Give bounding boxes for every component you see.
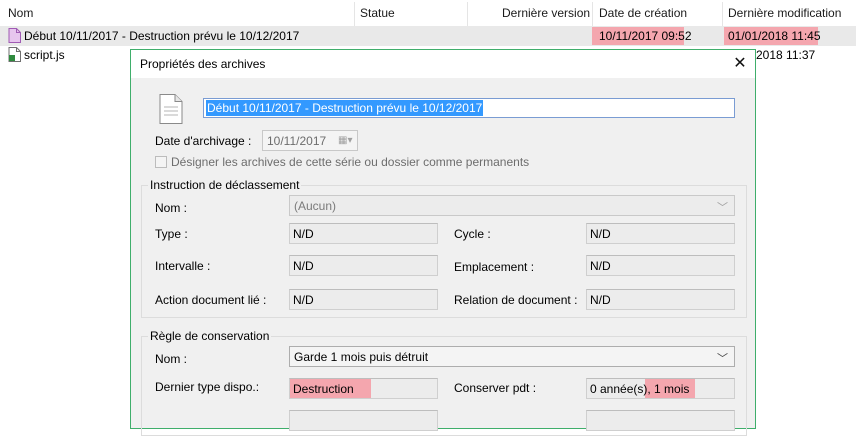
file-modified: 01/01/2018 11:45 bbox=[728, 29, 821, 43]
interval-label: Intervalle : bbox=[155, 259, 211, 273]
file-row[interactable]: Début 10/11/2017 - Destruction prévu le … bbox=[0, 26, 856, 46]
classification-group-title: Instruction de déclassement bbox=[148, 178, 302, 192]
document-icon bbox=[159, 94, 183, 124]
calendar-dropdown-icon[interactable]: ▦▾ bbox=[338, 134, 354, 147]
location-label: Emplacement : bbox=[454, 260, 535, 274]
retention-extra-field[interactable] bbox=[586, 410, 735, 431]
archive-date-value: 10/11/2017 bbox=[267, 134, 327, 148]
permanent-checkbox-label: Désigner les archives de cette série ou … bbox=[171, 155, 530, 169]
retention-group-title: Règle de conservation bbox=[148, 329, 272, 343]
keep-months-value: 1 mois bbox=[654, 382, 690, 396]
cycle-value: N/D bbox=[590, 227, 611, 241]
interval-field[interactable]: N/D bbox=[289, 255, 438, 276]
type-label: Type : bbox=[155, 227, 188, 241]
classification-name-select[interactable]: (Aucun) ﹀ bbox=[289, 195, 735, 216]
last-dispo-field[interactable]: Destruction bbox=[289, 378, 438, 399]
retention-extra-field[interactable] bbox=[289, 410, 438, 431]
column-separator[interactable] bbox=[467, 2, 468, 26]
keep-years-value: 0 année(s), bbox=[590, 382, 651, 396]
archive-properties-dialog: Propriétés des archives ✕ Début 10/11/20… bbox=[130, 49, 756, 436]
document-relation-field[interactable]: N/D bbox=[586, 289, 735, 310]
file-modified: 2018 11:37 bbox=[756, 48, 816, 62]
close-button[interactable]: ✕ bbox=[725, 50, 755, 78]
linked-action-field[interactable]: N/D bbox=[289, 289, 438, 310]
archive-name-input[interactable]: Début 10/11/2017 - Destruction prévu le … bbox=[203, 98, 735, 118]
retention-name-label: Nom : bbox=[155, 352, 188, 366]
retention-name-value: Garde 1 mois puis détruit bbox=[294, 350, 429, 364]
archive-name-selected-text: Début 10/11/2017 - Destruction prévu le … bbox=[206, 100, 484, 116]
cycle-field[interactable]: N/D bbox=[586, 223, 735, 244]
document-relation-label: Relation de document : bbox=[454, 293, 578, 307]
dialog-title: Propriétés des archives bbox=[140, 57, 266, 71]
linked-action-value: N/D bbox=[293, 293, 314, 307]
type-value: N/D bbox=[293, 227, 314, 241]
column-created[interactable]: Date de création bbox=[593, 0, 721, 26]
file-created: 10/11/2017 09:52 bbox=[599, 29, 692, 43]
column-header-row: Nom Statue Dernière version Date de créa… bbox=[0, 0, 856, 26]
location-field[interactable]: N/D bbox=[586, 255, 735, 276]
file-name: Début 10/11/2017 - Destruction prévu le … bbox=[24, 29, 300, 43]
file-name: script.js bbox=[24, 48, 65, 62]
column-status[interactable]: Statue bbox=[354, 0, 466, 26]
classification-name-label: Nom : bbox=[155, 201, 188, 215]
linked-action-label: Action document lié : bbox=[155, 293, 267, 307]
keep-duration-label: Conserver pdt : bbox=[454, 381, 537, 395]
archive-date-field[interactable]: 10/11/2017 ▦▾ bbox=[262, 130, 358, 151]
location-value: N/D bbox=[590, 259, 611, 273]
column-version[interactable]: Dernière version bbox=[496, 0, 592, 26]
chevron-down-icon: ﹀ bbox=[717, 202, 728, 214]
script-file-icon bbox=[8, 47, 21, 62]
interval-value: N/D bbox=[293, 259, 314, 273]
chevron-down-icon: ﹀ bbox=[717, 353, 728, 365]
last-dispo-value: Destruction bbox=[293, 382, 354, 396]
column-name[interactable]: Nom bbox=[2, 0, 354, 26]
type-field[interactable]: N/D bbox=[289, 223, 438, 244]
last-dispo-label: Dernier type dispo.: bbox=[155, 380, 260, 394]
column-modified[interactable]: Dernière modification bbox=[722, 0, 856, 26]
classification-name-value: (Aucun) bbox=[294, 199, 337, 213]
archive-file-icon bbox=[8, 28, 21, 43]
dialog-titlebar[interactable]: Propriétés des archives ✕ bbox=[131, 50, 755, 78]
retention-name-select[interactable]: Garde 1 mois puis détruit ﹀ bbox=[289, 346, 735, 367]
cycle-label: Cycle : bbox=[454, 227, 491, 241]
archive-date-label: Date d'archivage : bbox=[155, 134, 252, 148]
document-relation-value: N/D bbox=[590, 293, 611, 307]
permanent-checkbox[interactable] bbox=[155, 156, 167, 168]
keep-duration-field[interactable]: 0 année(s), 1 mois bbox=[586, 378, 735, 399]
